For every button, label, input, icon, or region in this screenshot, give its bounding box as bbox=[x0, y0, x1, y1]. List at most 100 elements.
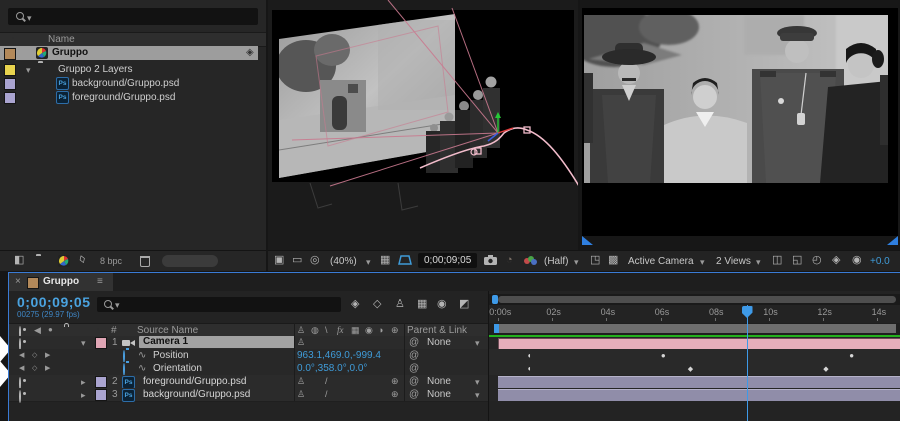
project-search-input[interactable]: ▾ bbox=[8, 8, 258, 25]
next-keyframe-icon[interactable]: ▶ bbox=[45, 351, 50, 359]
chevron-down-icon[interactable]: ▾ bbox=[26, 65, 31, 76]
keyframe-circle[interactable] bbox=[849, 349, 854, 362]
bit-depth-button[interactable]: 8 bpc bbox=[100, 256, 122, 266]
eye-icon[interactable] bbox=[19, 390, 21, 403]
comp-flowchart-icon[interactable]: ◈ bbox=[832, 255, 840, 266]
viewer-custom-view[interactable] bbox=[268, 0, 578, 250]
parent-select[interactable]: None bbox=[427, 376, 451, 387]
next-keyframe-icon[interactable]: ▶ bbox=[45, 364, 50, 372]
work-area-bar[interactable] bbox=[498, 324, 896, 333]
label-chip[interactable] bbox=[95, 389, 107, 401]
3d-view-select[interactable]: Active Camera bbox=[628, 256, 694, 267]
add-keyframe-icon[interactable]: ◇ bbox=[32, 351, 37, 359]
keyframe-half[interactable] bbox=[527, 349, 532, 362]
quality-toggle[interactable]: / bbox=[325, 376, 328, 386]
time-ruler[interactable]: 0:00s02s04s06s08s10s12s14s bbox=[489, 305, 900, 324]
keyframe-diamond[interactable] bbox=[823, 362, 828, 376]
always-preview-icon[interactable]: ▣ bbox=[274, 255, 284, 266]
shy-toggle[interactable]: ♙ bbox=[297, 389, 305, 400]
exposure-value[interactable]: +0.0 bbox=[870, 256, 890, 267]
property-name[interactable]: Position bbox=[153, 350, 189, 361]
region-of-interest-icon[interactable]: ◳ bbox=[590, 255, 600, 266]
navigator-bar[interactable] bbox=[498, 296, 896, 303]
property-row-position[interactable]: ◀ ◇ ▶ ∿ Position 963.1,469.0,-999.4 @ bbox=[9, 349, 489, 363]
playhead-line[interactable] bbox=[747, 305, 749, 421]
parent-select[interactable]: None bbox=[427, 337, 451, 348]
share-view-options-icon[interactable]: ◫ bbox=[772, 255, 782, 266]
snapshot-camera-icon[interactable] bbox=[484, 255, 497, 268]
add-keyframe-icon[interactable]: ◇ bbox=[32, 364, 37, 372]
scrollbar-thumb[interactable] bbox=[162, 255, 218, 267]
magnification-select[interactable]: (40%) bbox=[330, 256, 357, 267]
property-row-orientation[interactable]: ◀ ◇ ▶ ∿ Orientation 0.0°,358.0°,0.0° @ bbox=[9, 362, 489, 376]
layer-name[interactable]: Camera 1 bbox=[139, 336, 295, 348]
renderer-icon[interactable]: ◊ bbox=[78, 254, 87, 266]
viewer-active-camera[interactable] bbox=[580, 0, 900, 250]
pickwhip-icon[interactable]: @ bbox=[409, 363, 419, 374]
timeline-search-input[interactable]: ▾ bbox=[97, 297, 341, 312]
graph-editor-icon[interactable]: ◩ bbox=[459, 299, 469, 310]
property-name[interactable]: Orientation bbox=[153, 363, 202, 374]
layer-row-background[interactable]: ▸ 3 Ps background/Gruppo.psd ♙ / ⊕ @ Non… bbox=[9, 388, 489, 402]
parent-pickwhip-icon[interactable]: @ bbox=[409, 389, 419, 400]
label-chip[interactable] bbox=[95, 376, 107, 388]
property-value[interactable]: 0.0°,358.0°,0.0° bbox=[297, 363, 367, 374]
mask-visibility-icon[interactable] bbox=[398, 255, 412, 269]
orientation-keyframe-track[interactable] bbox=[489, 362, 900, 376]
keyframe-half[interactable] bbox=[527, 362, 532, 375]
navigator-handle[interactable] bbox=[492, 295, 498, 304]
layer-name[interactable]: background/Gruppo.psd bbox=[143, 389, 250, 400]
comp-timecode[interactable]: 0;00;09;05 bbox=[418, 253, 477, 268]
transparency-grid-icon[interactable]: ▩ bbox=[608, 255, 618, 266]
layer-row-camera[interactable]: ▾ 1 Camera 1 ♙ @ None ▾ bbox=[9, 336, 489, 350]
reset-exposure-icon[interactable]: ◉ bbox=[852, 255, 862, 266]
prev-keyframe-icon[interactable]: ◀ bbox=[19, 351, 24, 359]
prev-keyframe-icon[interactable]: ◀ bbox=[19, 364, 24, 372]
3d-layer-toggle[interactable]: ⊕ bbox=[391, 389, 399, 400]
layer-name[interactable]: foreground/Gruppo.psd bbox=[143, 376, 246, 387]
shy-toggle[interactable]: ♙ bbox=[297, 337, 305, 348]
parent-select[interactable]: None bbox=[427, 389, 451, 400]
main-viewer-icon[interactable]: ▭ bbox=[292, 255, 302, 266]
current-timecode[interactable]: 0;00;09;05 bbox=[17, 294, 91, 310]
pickwhip-icon[interactable]: @ bbox=[409, 350, 419, 361]
mini-flowchart-icon[interactable]: ◈ bbox=[351, 299, 359, 310]
interpret-footage-icon[interactable]: ◧ bbox=[14, 255, 24, 266]
3d-layer-toggle[interactable]: ⊕ bbox=[391, 376, 399, 387]
project-row-psd[interactable]: Ps foreground/Gruppo.psd bbox=[0, 91, 266, 104]
label-chip[interactable] bbox=[95, 337, 107, 349]
work-area-start-handle[interactable] bbox=[494, 324, 499, 333]
parent-pickwhip-icon[interactable]: @ bbox=[409, 337, 419, 348]
background-layer-bar[interactable] bbox=[498, 389, 900, 401]
timeline-tab[interactable]: × Gruppo ≡ bbox=[9, 273, 113, 291]
resolution-select[interactable]: (Half) bbox=[544, 256, 568, 267]
motion-blur-icon[interactable]: ◉ bbox=[437, 299, 447, 310]
view-layout-select[interactable]: 2 Views bbox=[716, 256, 751, 267]
shy-toggle[interactable]: ♙ bbox=[297, 376, 305, 387]
pixel-aspect-correction-icon[interactable]: ◱ bbox=[792, 255, 802, 266]
project-row-composition[interactable]: Gruppo ◈ bbox=[0, 46, 258, 60]
chevron-right-icon[interactable]: ▸ bbox=[81, 377, 86, 388]
layer-row-foreground[interactable]: ▸ 2 Ps foreground/Gruppo.psd ♙ / ⊕ @ Non… bbox=[9, 375, 489, 389]
project-row-psd[interactable]: Ps background/Gruppo.psd bbox=[0, 77, 266, 90]
goggles-icon[interactable]: ◎ bbox=[310, 255, 320, 266]
draft-3d-icon[interactable]: ◇ bbox=[373, 299, 381, 310]
chevron-down-icon[interactable]: ▾ bbox=[81, 338, 86, 349]
quality-toggle[interactable]: / bbox=[325, 389, 328, 399]
foreground-layer-bar[interactable] bbox=[498, 376, 900, 388]
frame-blending-icon[interactable]: ▦ bbox=[417, 299, 427, 310]
label-chip[interactable] bbox=[4, 92, 16, 104]
project-row-folder[interactable]: ▾ Gruppo 2 Layers bbox=[0, 63, 266, 76]
show-snapshot-icon[interactable]: ◔ bbox=[506, 255, 513, 266]
close-icon[interactable]: × bbox=[15, 276, 21, 287]
hide-shy-layers-icon[interactable]: ♙ bbox=[395, 299, 405, 310]
panel-menu-icon[interactable]: ≡ bbox=[97, 276, 103, 287]
label-chip[interactable] bbox=[4, 48, 16, 60]
property-value[interactable]: 963.1,469.0,-999.4 bbox=[297, 350, 381, 361]
fast-previews-icon[interactable]: ◴ bbox=[812, 255, 822, 266]
grid-guides-icon[interactable]: ▦ bbox=[380, 255, 390, 266]
chevron-right-icon[interactable]: ▸ bbox=[81, 390, 86, 401]
keyframe-diamond[interactable] bbox=[688, 362, 693, 376]
new-composition-icon[interactable] bbox=[58, 255, 70, 270]
position-keyframe-track[interactable] bbox=[489, 349, 900, 363]
